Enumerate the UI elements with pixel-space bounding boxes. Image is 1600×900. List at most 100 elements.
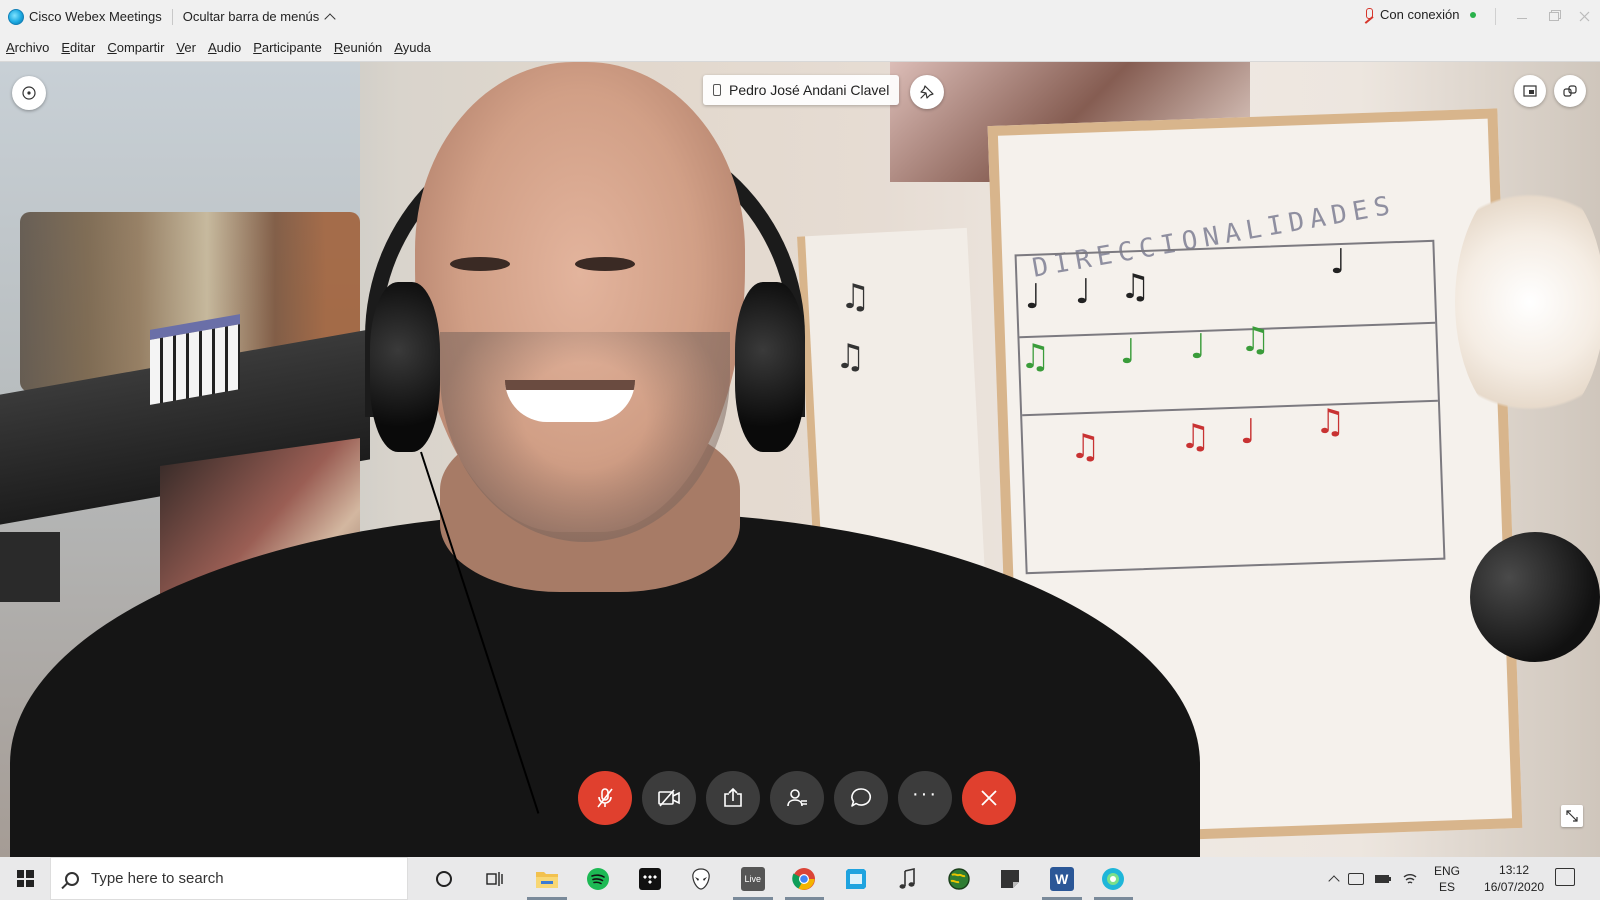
connection-status[interactable]: Con conexión	[1364, 7, 1476, 22]
participants-button[interactable]	[770, 771, 824, 825]
word-icon: W	[1049, 866, 1074, 891]
tidal-icon	[638, 867, 661, 890]
minimize-button[interactable]	[1506, 0, 1538, 33]
start-button[interactable]	[0, 857, 50, 900]
taskbar-notes[interactable]	[985, 857, 1037, 900]
chat-button[interactable]	[834, 771, 888, 825]
cortana-icon	[435, 870, 452, 887]
taskbar-alien[interactable]	[676, 857, 728, 900]
pin-icon	[920, 85, 934, 99]
taskbar-cortana[interactable]	[418, 857, 470, 900]
restore-icon	[1549, 12, 1559, 21]
person-eye-left	[450, 257, 510, 271]
close-window-button[interactable]	[1568, 0, 1600, 33]
video-off-icon	[658, 789, 680, 807]
notifications-icon[interactable]	[1555, 868, 1575, 886]
note-icon: ♫	[1180, 417, 1211, 457]
menu-audio[interactable]: Audio	[208, 40, 241, 55]
hide-menu-bar-toggle[interactable]: Ocultar barra de menús	[182, 9, 336, 25]
lamp	[1470, 532, 1600, 662]
headphones-earcup-left	[370, 282, 440, 452]
picture-in-picture-icon	[1523, 85, 1537, 97]
search-icon	[65, 871, 79, 886]
note-icon: ♫	[840, 277, 871, 317]
note-icon: ♫	[835, 337, 866, 377]
microphone-off-icon	[597, 788, 613, 808]
taskbar-tidal[interactable]	[624, 857, 676, 900]
note-icon: ♫	[1240, 320, 1271, 360]
task-view-icon	[486, 871, 503, 886]
share-button[interactable]	[706, 771, 760, 825]
input-language[interactable]: ENG ES	[1434, 863, 1460, 895]
stop-video-button[interactable]	[642, 771, 696, 825]
taskbar-search-box[interactable]: Type here to search	[50, 857, 408, 900]
meeting-tray-icon[interactable]	[1348, 872, 1364, 885]
menu-ver[interactable]: Ver	[176, 40, 196, 55]
globe-icon	[948, 867, 970, 890]
connection-status-label: Con conexión	[1380, 7, 1460, 22]
wifi-icon[interactable]	[1402, 872, 1418, 886]
taskbar-chrome[interactable]	[779, 857, 831, 900]
language-line1: ENG	[1434, 863, 1461, 878]
chevron-up-icon[interactable]	[1328, 874, 1340, 887]
note-icon: ♫	[1070, 427, 1101, 467]
music-note-icon	[899, 867, 916, 889]
menu-ayuda[interactable]: Ayuda	[394, 40, 431, 55]
taskbar-apps: Live W	[418, 857, 1139, 900]
square-app-icon	[845, 868, 866, 889]
picture-in-picture-button[interactable]	[1514, 75, 1546, 107]
menu-editar[interactable]: Editar	[61, 40, 95, 55]
mobile-device-icon	[713, 84, 721, 96]
battery-icon[interactable]	[1374, 873, 1392, 885]
participant-name-tag: Pedro José Andani Clavel	[703, 75, 900, 105]
system-clock[interactable]: 13:12 16/07/2020	[1484, 862, 1544, 896]
taskbar-spotify[interactable]	[573, 857, 625, 900]
notes-icon	[1001, 869, 1020, 888]
clock-time: 13:12	[1499, 862, 1530, 877]
pin-video-button[interactable]	[910, 75, 944, 109]
taskbar-globe[interactable]	[933, 857, 985, 900]
note-icon: ♩	[1330, 242, 1347, 282]
mute-microphone-button[interactable]	[578, 771, 632, 825]
taskbar-word[interactable]: W	[1036, 857, 1088, 900]
expand-button[interactable]	[1561, 805, 1583, 827]
menu-participante[interactable]: Participante	[253, 40, 322, 55]
taskbar-live[interactable]: Live	[727, 857, 779, 900]
windows-logo-icon	[16, 870, 34, 887]
more-icon: ···	[912, 782, 938, 805]
taskbar-task-view[interactable]	[470, 857, 522, 900]
share-icon	[724, 787, 742, 807]
note-icon: ♩	[1075, 272, 1092, 312]
chat-bubble-icon	[851, 788, 872, 807]
taskbar-webex[interactable]	[1088, 857, 1140, 900]
menu-reunion[interactable]: Reunión	[334, 40, 382, 55]
app-title: Cisco Webex Meetings	[29, 9, 162, 24]
paper-flower	[1455, 172, 1600, 432]
connection-status-dot	[1469, 11, 1476, 18]
hide-menu-bar-label: Ocultar barra de menús	[182, 9, 320, 24]
windows-taskbar: Type here to search Live W ENG ES 13:12 …	[0, 857, 1600, 900]
meeting-info-button[interactable]	[12, 76, 46, 110]
taskbar-file-explorer[interactable]	[521, 857, 573, 900]
taskbar-music[interactable]	[882, 857, 934, 900]
note-icon: ♫	[1120, 267, 1151, 307]
folder-icon	[535, 871, 558, 888]
note-icon: ♫	[1020, 337, 1051, 377]
menu-compartir[interactable]: Compartir	[107, 40, 164, 55]
participants-icon	[787, 789, 807, 807]
maximize-button[interactable]	[1538, 0, 1570, 33]
leave-meeting-button[interactable]	[962, 771, 1016, 825]
participant-name: Pedro José Andani Clavel	[729, 82, 890, 98]
layout-button[interactable]	[1554, 75, 1586, 107]
title-bar: Cisco Webex Meetings Ocultar barra de me…	[0, 0, 1600, 33]
chevron-up-icon	[324, 12, 336, 25]
menu-archivo[interactable]: Archivo	[6, 40, 49, 55]
taskbar-app-blue[interactable]	[830, 857, 882, 900]
info-icon	[22, 86, 36, 100]
video-feed: DIRECCIONALIDADES ♩ ♩ ♫ ♩ ♫ ♩ ♩ ♫ ♫ ♫ ♩ …	[0, 62, 1600, 857]
person-eye-right	[575, 257, 635, 271]
meeting-controls: ···	[578, 771, 1016, 825]
microphone-off-status-icon	[1364, 7, 1374, 22]
system-tray: ENG ES 13:12 16/07/2020	[1328, 857, 1544, 900]
more-options-button[interactable]: ···	[898, 771, 952, 825]
